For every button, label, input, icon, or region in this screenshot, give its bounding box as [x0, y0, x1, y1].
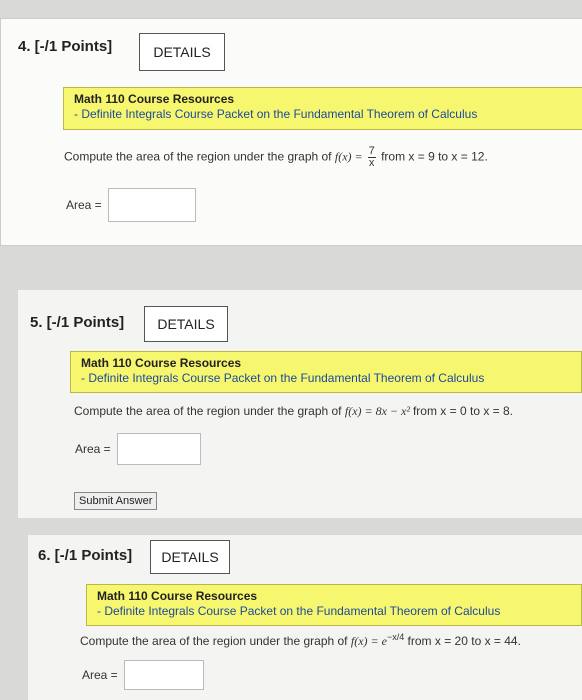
question-number: 5. [-/1 Points] [30, 314, 125, 331]
course-resources-box: Math 110 Course Resources - Definite Int… [63, 87, 582, 130]
answer-row: Area = [82, 660, 204, 690]
question-prompt: Compute the area of the region under the… [80, 632, 521, 648]
resource-link[interactable]: - Definite Integrals Course Packet on th… [81, 371, 571, 386]
area-input[interactable] [107, 188, 196, 222]
question-6-header: 6. [-/1 Points] [38, 547, 132, 565]
resource-title: Math 110 Course Resources [81, 356, 242, 370]
answer-row: Area = [66, 188, 196, 222]
question-number: 4. [-/1 Points] [18, 38, 113, 55]
resource-title: Math 110 Course Resources [74, 92, 235, 106]
area-label: Area = [66, 198, 102, 212]
fraction: 7x [367, 145, 376, 169]
submit-answer-button[interactable]: Submit Answer [74, 492, 158, 510]
area-label: Area = [82, 668, 118, 682]
details-button[interactable]: DETAILS [144, 306, 228, 342]
area-input[interactable] [116, 433, 201, 465]
question-4-header: 4. [-/1 Points] [18, 38, 112, 55]
course-resources-box: Math 110 Course Resources - Definite Int… [86, 584, 582, 626]
details-button[interactable]: DETAILS [150, 540, 230, 574]
resource-link[interactable]: - Definite Integrals Course Packet on th… [97, 604, 571, 619]
course-resources-box: Math 110 Course Resources - Definite Int… [70, 351, 582, 393]
resource-title: Math 110 Course Resources [97, 589, 258, 603]
resource-link[interactable]: - Definite Integrals Course Packet on th… [74, 107, 574, 122]
question-number: 6. [-/1 Points] [38, 547, 133, 564]
question-5-header: 5. [-/1 Points] [30, 314, 124, 332]
question-prompt: Compute the area of the region under the… [74, 404, 514, 418]
details-button[interactable]: DETAILS [139, 33, 225, 71]
answer-row: Area = [75, 433, 201, 465]
area-label: Area = [75, 442, 111, 456]
question-prompt: Compute the area of the region under the… [64, 145, 488, 169]
area-input[interactable] [123, 660, 204, 690]
